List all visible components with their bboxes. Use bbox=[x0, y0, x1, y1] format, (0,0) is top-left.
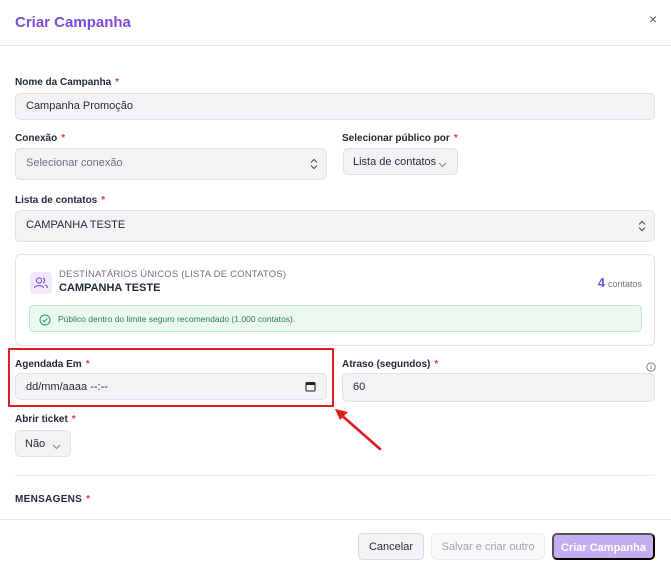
dialog-footer: Cancelar Salvar e criar outro Criar Camp… bbox=[0, 519, 671, 572]
recipients-card: DESTINATÁRIOS ÚNICOS (LISTA DE CONTATOS)… bbox=[15, 254, 655, 346]
recipients-count: 4 contatos bbox=[597, 275, 642, 290]
required-mark: * bbox=[101, 195, 106, 206]
cancel-button[interactable]: Cancelar bbox=[358, 533, 424, 560]
campaign-name-label: Nome da Campanha * bbox=[15, 77, 120, 88]
chevron-up-down-icon bbox=[310, 158, 318, 170]
dialog-header: Criar Campanha × bbox=[0, 0, 671, 46]
safe-limit-notice: Público dentro do limite seguro recomend… bbox=[29, 305, 642, 332]
recipients-list-name: CAMPANHA TESTE bbox=[59, 282, 161, 294]
campaign-name-value: Campanha Promoção bbox=[26, 100, 134, 112]
required-mark: * bbox=[71, 414, 76, 425]
audience-value: Lista de contatos bbox=[353, 156, 437, 168]
highlight-box bbox=[8, 348, 334, 407]
open-ticket-label: Abrir ticket * bbox=[15, 414, 76, 425]
chevron-up-down-icon bbox=[638, 220, 646, 232]
campaign-name-input[interactable]: Campanha Promoção bbox=[15, 93, 655, 120]
open-ticket-select[interactable]: Não bbox=[15, 430, 71, 457]
create-campaign-button[interactable]: Criar Campanha bbox=[552, 533, 655, 560]
required-mark: * bbox=[86, 494, 91, 505]
audience-select[interactable]: Lista de contatos bbox=[343, 148, 458, 175]
delay-input[interactable]: 60 bbox=[342, 373, 655, 402]
contact-list-label: Lista de contatos * bbox=[15, 195, 106, 206]
required-mark: * bbox=[115, 77, 120, 88]
contact-list-select[interactable]: CAMPANHA TESTE bbox=[15, 210, 655, 242]
connection-label: Conexão * bbox=[15, 133, 66, 144]
delay-value: 60 bbox=[353, 381, 366, 393]
create-campaign-dialog: Criar Campanha × Nome da Campanha * Campa… bbox=[0, 0, 671, 572]
section-divider bbox=[15, 475, 655, 476]
recipients-subtitle: DESTINATÁRIOS ÚNICOS (LISTA DE CONTATOS) bbox=[59, 269, 287, 280]
messages-section-title: MENSAGENS * bbox=[15, 494, 91, 505]
required-mark: * bbox=[453, 133, 458, 144]
audience-label: Selecionar público por * bbox=[342, 133, 458, 144]
check-circle-icon bbox=[39, 313, 51, 326]
close-icon[interactable]: × bbox=[644, 10, 662, 28]
info-icon[interactable] bbox=[646, 359, 656, 372]
users-icon bbox=[30, 272, 52, 294]
annotation-arrow bbox=[335, 409, 382, 451]
required-mark: * bbox=[61, 133, 66, 144]
contact-list-value: CAMPANHA TESTE bbox=[26, 219, 126, 231]
delay-label: Atraso (segundos) * bbox=[342, 359, 439, 370]
chevron-down-icon bbox=[52, 441, 61, 449]
required-mark: * bbox=[434, 359, 439, 370]
save-and-create-another-button[interactable]: Salvar e criar outro bbox=[431, 533, 545, 560]
safe-limit-text: Público dentro do limite seguro recomend… bbox=[58, 314, 296, 324]
connection-select[interactable]: Selecionar conexão bbox=[15, 148, 327, 180]
connection-placeholder: Selecionar conexão bbox=[26, 157, 123, 169]
open-ticket-value: Não bbox=[25, 438, 46, 450]
chevron-down-icon bbox=[438, 159, 447, 167]
dialog-title: Criar Campanha bbox=[15, 14, 131, 31]
